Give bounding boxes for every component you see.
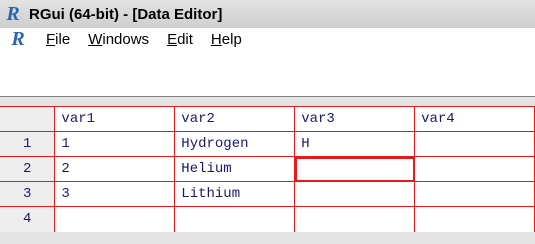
- menu-edit-accel: E: [167, 30, 178, 48]
- data-cell[interactable]: 3: [54, 181, 176, 207]
- column-header-var3[interactable]: var3: [294, 106, 416, 132]
- table-row: 4: [0, 206, 535, 232]
- data-editor-grid-area: var1 var2 var3 var4 1 1 Hydrogen H 2 2 H…: [0, 97, 535, 244]
- menu-help[interactable]: Help: [211, 31, 242, 48]
- table-row: 1 1 Hydrogen H: [0, 131, 535, 157]
- data-cell[interactable]: Lithium: [174, 181, 296, 207]
- data-cell[interactable]: [174, 206, 296, 232]
- data-cell[interactable]: 1: [54, 131, 176, 157]
- corner-cell[interactable]: [0, 106, 56, 132]
- active-data-cell[interactable]: [294, 156, 416, 182]
- data-cell[interactable]: Hydrogen: [174, 131, 296, 157]
- column-header-var4[interactable]: var4: [414, 106, 535, 132]
- data-cell[interactable]: H: [294, 131, 416, 157]
- header-row: var1 var2 var3 var4: [0, 106, 535, 132]
- menu-windows[interactable]: Windows: [88, 31, 149, 48]
- menu-help-label: elp: [221, 30, 242, 48]
- r-menu-icon[interactable]: R: [9, 29, 27, 49]
- menu-help-accel: H: [210, 30, 222, 48]
- menu-file-label: ile: [55, 30, 71, 48]
- data-cell[interactable]: 2: [54, 156, 176, 182]
- row-header[interactable]: 2: [0, 156, 56, 182]
- window-title: RGui (64-bit) - [Data Editor]: [29, 5, 223, 23]
- menu-windows-label: indows: [102, 30, 150, 48]
- column-header-var2[interactable]: var2: [174, 106, 296, 132]
- rgui-window: R RGui (64-bit) - [Data Editor] R File W…: [0, 0, 535, 244]
- data-cell[interactable]: Helium: [174, 156, 296, 182]
- menu-windows-accel: W: [88, 30, 103, 48]
- toolbar-area: [0, 50, 535, 96]
- data-cell[interactable]: [294, 181, 416, 207]
- data-cell[interactable]: [414, 131, 535, 157]
- menu-edit-label: dit: [177, 30, 193, 48]
- data-cell[interactable]: [54, 206, 176, 232]
- table-row: 2 2 Helium: [0, 156, 535, 182]
- data-cell[interactable]: [414, 181, 535, 207]
- menu-file-accel: F: [46, 30, 56, 48]
- title-bar: R RGui (64-bit) - [Data Editor]: [0, 0, 535, 28]
- data-cell[interactable]: [414, 206, 535, 232]
- row-header[interactable]: 3: [0, 181, 56, 207]
- table-row: 3 3 Lithium: [0, 181, 535, 207]
- menu-edit[interactable]: Edit: [167, 31, 193, 48]
- r-logo-icon: R: [6, 3, 20, 25]
- row-header[interactable]: 4: [0, 206, 56, 232]
- row-header[interactable]: 1: [0, 131, 56, 157]
- data-editor-grid: var1 var2 var3 var4 1 1 Hydrogen H 2 2 H…: [0, 106, 535, 232]
- data-cell[interactable]: [294, 206, 416, 232]
- column-header-var1[interactable]: var1: [54, 106, 176, 132]
- data-cell[interactable]: [414, 156, 535, 182]
- menu-bar: R File Windows Edit Help: [0, 28, 535, 50]
- menu-file[interactable]: File: [46, 31, 70, 48]
